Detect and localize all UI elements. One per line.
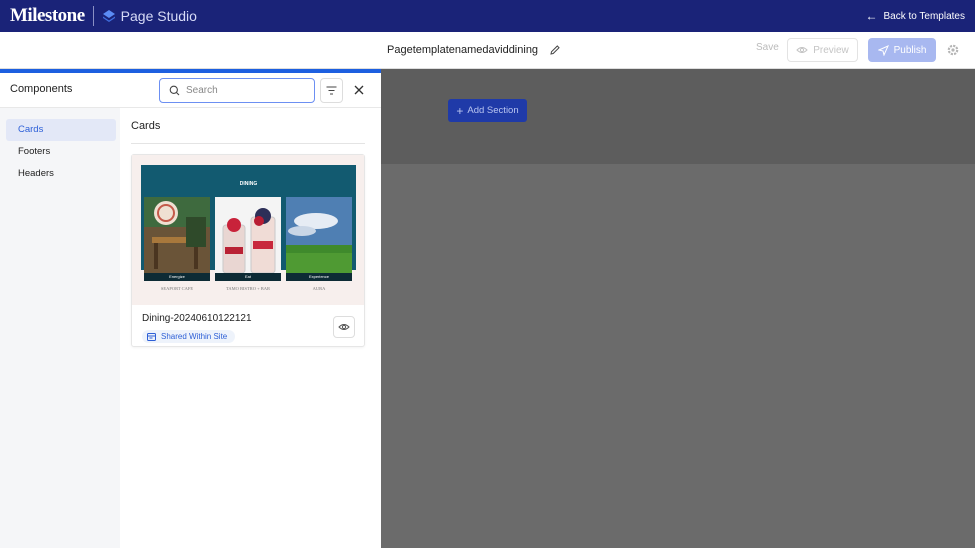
category-headers[interactable]: Headers bbox=[6, 163, 116, 185]
component-list: Cards DINING Energize Eat Experience SEA… bbox=[131, 108, 365, 347]
search-icon bbox=[169, 85, 180, 96]
milestone-logo: Milestone bbox=[10, 5, 85, 26]
venue-label: SEAPORT CAFE bbox=[160, 286, 194, 291]
plus-icon: + bbox=[456, 103, 464, 118]
shared-icon bbox=[147, 332, 156, 341]
publish-label: Publish bbox=[893, 44, 927, 56]
layers-icon bbox=[102, 10, 115, 22]
tile-label: Experience bbox=[286, 273, 352, 281]
panel-header: Components bbox=[0, 73, 381, 108]
filter-button[interactable] bbox=[320, 78, 343, 103]
panel-title: Components bbox=[10, 83, 73, 95]
thumbnail-banner: DINING Energize Eat Experience bbox=[141, 165, 356, 281]
back-to-templates-link[interactable]: ← Back to Templates bbox=[865, 0, 965, 32]
editor-toolbar: Pagetemplatenamedaviddining Save Preview… bbox=[0, 32, 975, 69]
save-button[interactable]: Save bbox=[756, 42, 779, 53]
thumbnail-tile-cafe: Energize bbox=[144, 197, 210, 281]
thumbnail-tile-dessert: Eat bbox=[215, 197, 281, 281]
card-preview-button[interactable] bbox=[333, 316, 355, 338]
component-categories: Cards Footers Headers bbox=[0, 108, 120, 548]
close-icon[interactable] bbox=[352, 83, 366, 97]
components-panel: Components Cards Footers Headers bbox=[0, 73, 381, 548]
add-section-button[interactable]: + Add Section bbox=[448, 99, 527, 122]
eye-icon bbox=[796, 47, 808, 53]
app-name: Page Studio bbox=[120, 8, 197, 24]
category-cards[interactable]: Cards bbox=[6, 119, 116, 141]
thumbnail-heading: DINING bbox=[239, 181, 258, 187]
filter-icon bbox=[326, 86, 337, 95]
logo-divider bbox=[92, 6, 94, 26]
eye-icon bbox=[338, 324, 350, 330]
top-bar: Milestone Page Studio ← Back to Template… bbox=[0, 0, 975, 32]
back-label: Back to Templates bbox=[883, 10, 965, 22]
search-box[interactable] bbox=[159, 78, 315, 103]
pencil-icon[interactable] bbox=[549, 44, 561, 56]
section-title: Cards bbox=[131, 108, 365, 144]
search-input[interactable] bbox=[186, 85, 306, 96]
tile-label: Eat bbox=[215, 273, 281, 281]
shared-badge: Shared Within Site bbox=[142, 330, 236, 343]
tile-label: Energize bbox=[144, 273, 210, 281]
category-footers[interactable]: Footers bbox=[6, 141, 116, 163]
venue-label: AURA bbox=[312, 286, 326, 291]
component-card[interactable]: DINING Energize Eat Experience SEAPORT C… bbox=[131, 154, 365, 347]
badge-label: Shared Within Site bbox=[161, 332, 228, 341]
venue-label: TAMO BISTRO + BAR bbox=[225, 286, 271, 291]
preview-button[interactable]: Preview bbox=[787, 38, 858, 62]
preview-label: Preview bbox=[813, 44, 849, 56]
card-name: Dining-20240610122121 bbox=[142, 313, 252, 324]
add-section-label: Add Section bbox=[467, 105, 519, 116]
arrow-left-icon: ← bbox=[865, 9, 878, 23]
gear-icon[interactable] bbox=[946, 43, 960, 57]
card-thumbnail: DINING Energize Eat Experience SEAPORT C… bbox=[132, 155, 364, 305]
send-icon bbox=[877, 44, 889, 56]
page-title: Pagetemplatenamedaviddining bbox=[387, 44, 539, 56]
thumbnail-tile-landscape: Experience bbox=[286, 197, 352, 281]
publish-button[interactable]: Publish bbox=[868, 38, 936, 62]
